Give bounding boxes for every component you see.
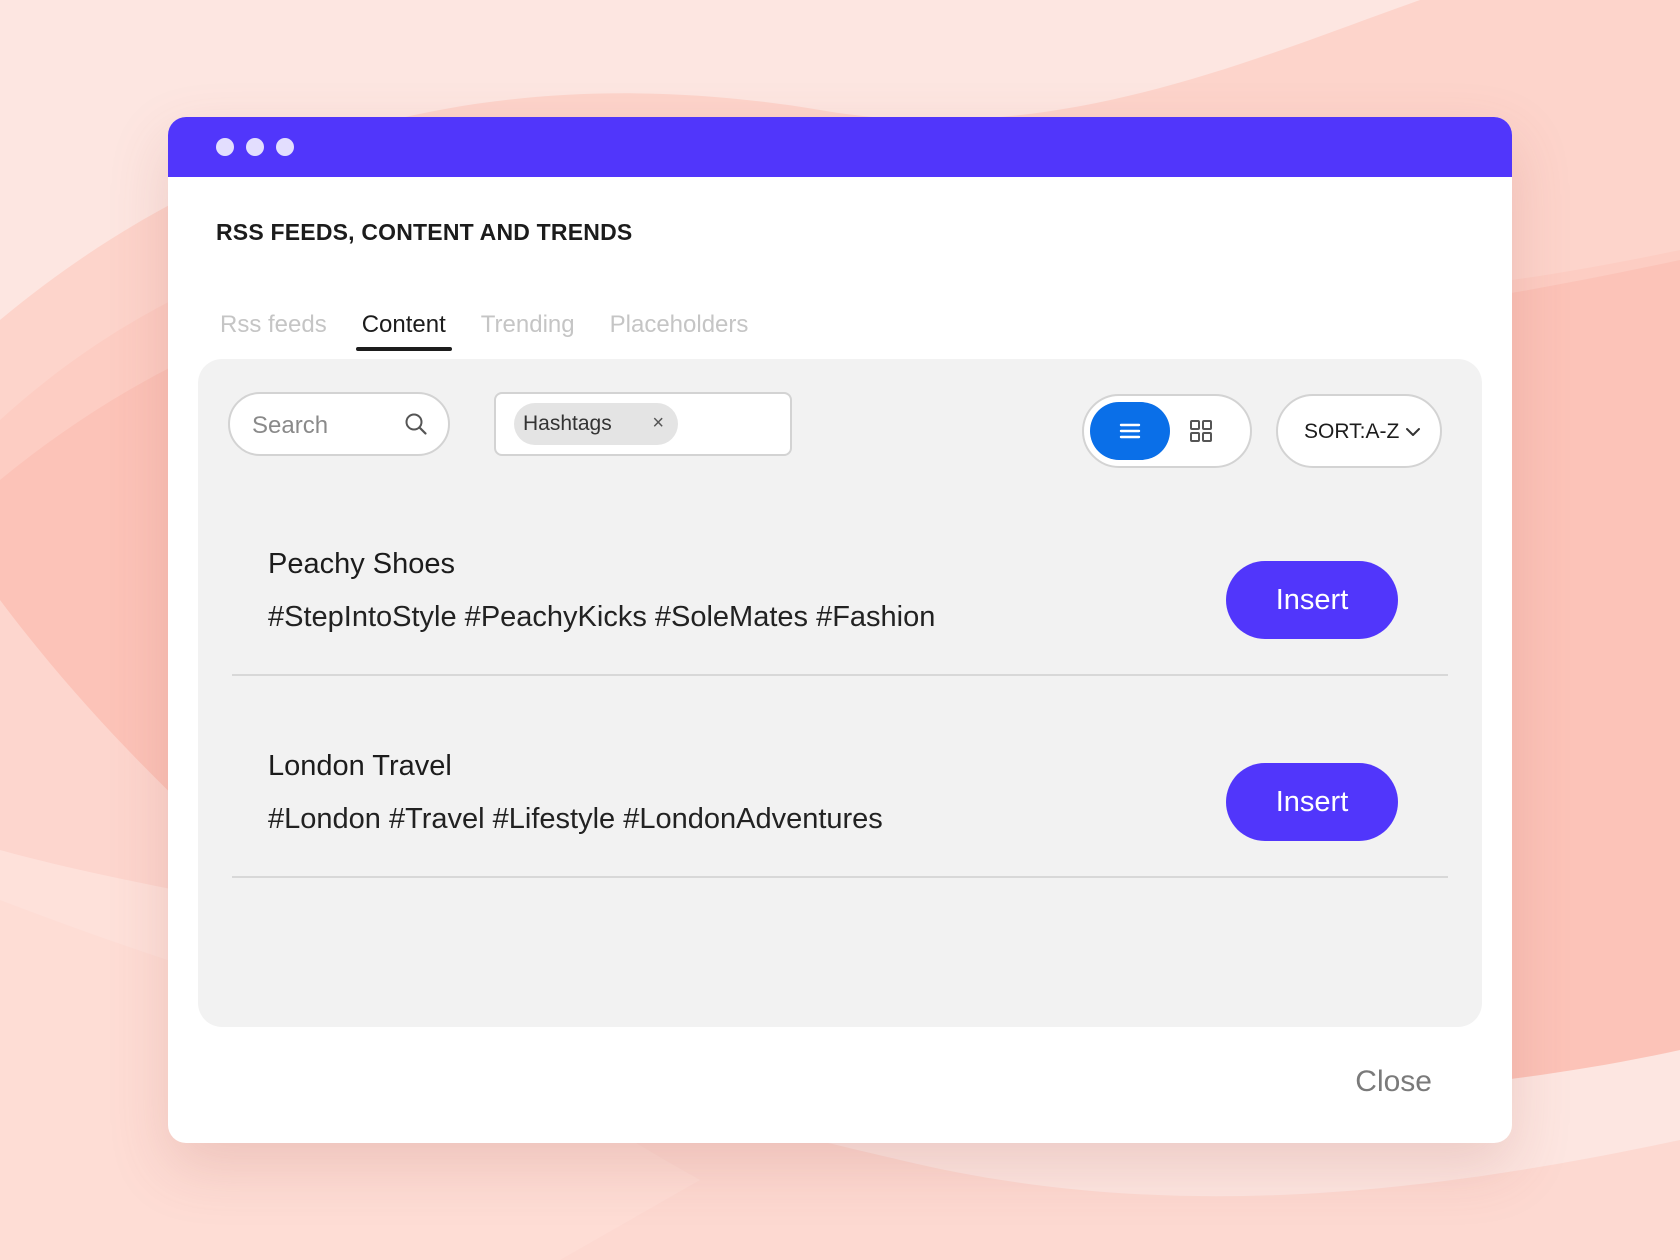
dialog-title: RSS FEEDS, CONTENT AND TRENDS [216,219,633,245]
filter-chip: Hashtags × [514,403,678,445]
filter-chip-label: Hashtags [523,412,612,435]
item-hashtags: #London #Travel #Lifestyle #LondonAdvent… [268,803,883,835]
item-title: London Travel [268,750,452,782]
list-item: London Travel #London #Travel #Lifestyle… [232,676,1448,878]
window-dot-minimize[interactable] [246,138,264,156]
dialog-window: RSS FEEDS, CONTENT AND TRENDS Rss feeds … [168,117,1512,1143]
list-item: Peachy Shoes #StepIntoStyle #PeachyKicks… [232,474,1448,676]
search-input[interactable]: Search [228,392,450,456]
chevron-down-icon [1404,425,1422,444]
sort-dropdown[interactable]: SORT:A-Z [1276,394,1442,468]
sort-label: SORT:A-Z [1304,420,1400,443]
view-toggle [1082,394,1252,468]
list-view-button[interactable] [1090,402,1170,460]
insert-button[interactable]: Insert [1226,561,1398,639]
insert-button[interactable]: Insert [1226,763,1398,841]
list-icon [1119,423,1141,439]
window-controls [216,138,294,156]
content-panel: Search Hashtags × SORT:A-Z Peachy Shoes … [198,359,1482,1027]
item-hashtags: #StepIntoStyle #PeachyKicks #SoleMates #… [268,601,936,633]
hashtag-filter-field[interactable]: Hashtags × [494,392,792,456]
tab-rss-feeds[interactable]: Rss feeds [216,303,331,347]
grid-view-button[interactable] [1188,418,1214,449]
search-placeholder: Search [252,412,329,439]
window-dot-maximize[interactable] [276,138,294,156]
close-button[interactable]: Close [1355,1065,1432,1099]
title-bar [168,117,1512,177]
tab-bar: Rss feeds Content Trending Placeholders [216,303,779,351]
grid-icon [1190,420,1212,442]
close-icon[interactable]: × [652,411,664,435]
tab-trending[interactable]: Trending [477,303,579,347]
search-icon[interactable] [404,412,428,441]
item-title: Peachy Shoes [268,548,456,580]
tab-placeholders[interactable]: Placeholders [606,303,753,347]
tab-content[interactable]: Content [355,303,452,351]
window-dot-close[interactable] [216,138,234,156]
